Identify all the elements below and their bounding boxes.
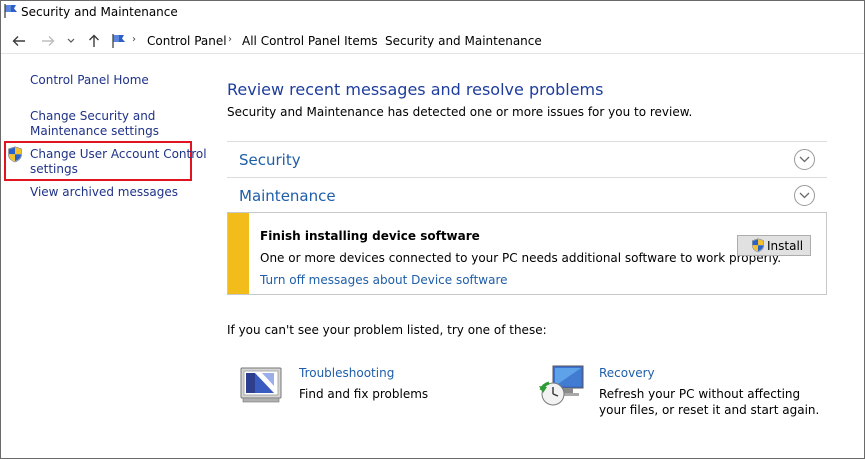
alert-title: Finish installing device software <box>260 229 480 243</box>
breadcrumb-separator-icon[interactable]: › <box>132 34 136 45</box>
troubleshooting-icon[interactable] <box>238 360 286 408</box>
view-archived-messages-link[interactable]: View archived messages <box>30 185 178 200</box>
section-maintenance[interactable]: Maintenance <box>227 177 827 213</box>
uac-shield-icon <box>8 146 22 163</box>
up-button[interactable] <box>84 31 104 51</box>
hint-text: If you can't see your problem listed, tr… <box>227 323 547 337</box>
arrow-up-icon <box>89 34 99 47</box>
link-line: Maintenance settings <box>30 124 159 138</box>
page-title: Review recent messages and resolve probl… <box>227 80 604 99</box>
link-line: Change User Account Control <box>30 147 207 161</box>
breadcrumb-separator-icon[interactable]: › <box>371 34 375 45</box>
alert-severity-bar <box>228 213 249 294</box>
back-button[interactable] <box>9 31 29 51</box>
recovery-description: Refresh your PC without affecting your f… <box>599 386 819 418</box>
change-security-settings-link[interactable]: Change Security and Maintenance settings <box>30 109 159 139</box>
change-uac-settings-link[interactable]: Change User Account Control settings <box>30 147 207 177</box>
page-subtitle: Security and Maintenance has detected on… <box>227 105 693 119</box>
arrow-right-icon <box>42 36 55 46</box>
breadcrumb-control-panel[interactable]: Control Panel <box>147 34 227 48</box>
breadcrumb-security-maintenance[interactable]: Security and Maintenance <box>385 34 542 48</box>
arrow-left-icon <box>12 36 25 46</box>
breadcrumb-all-items[interactable]: All Control Panel Items <box>242 34 378 48</box>
troubleshooting-link[interactable]: Troubleshooting <box>299 366 394 380</box>
install-label: Install <box>767 239 804 253</box>
install-button[interactable]: Install <box>737 235 811 256</box>
security-flag-icon <box>4 4 17 18</box>
maintenance-alert: Finish installing device software One or… <box>227 212 827 295</box>
section-title: Maintenance <box>239 187 336 205</box>
expand-button[interactable] <box>794 149 815 170</box>
control-panel-home-link[interactable]: Control Panel Home <box>30 73 149 88</box>
description-line: your files, or reset it and start again. <box>599 403 820 417</box>
link-line: settings <box>30 162 78 176</box>
chevron-down-icon <box>799 192 810 199</box>
breadcrumb-separator-icon[interactable]: › <box>228 34 232 45</box>
chevron-down-icon <box>67 38 75 43</box>
address-bar[interactable]: › Control Panel › All Control Panel Item… <box>107 31 864 53</box>
recovery-icon[interactable] <box>539 362 587 410</box>
link-line: Change Security and <box>30 109 156 123</box>
troubleshooting-description: Find and fix problems <box>299 387 429 401</box>
alert-body: One or more devices connected to your PC… <box>260 251 782 265</box>
turn-off-messages-link[interactable]: Turn off messages about Device software <box>260 273 508 287</box>
navigation-bar: › Control Panel › All Control Panel Item… <box>1 28 864 54</box>
security-flag-icon <box>112 34 125 48</box>
window-title: Security and Maintenance <box>21 5 178 19</box>
description-line: Refresh your PC without affecting <box>599 387 801 401</box>
title-bar: Security and Maintenance <box>1 1 864 26</box>
recent-locations-button[interactable] <box>65 31 77 51</box>
chevron-down-icon <box>799 156 810 163</box>
forward-button[interactable] <box>38 31 58 51</box>
section-title: Security <box>239 151 301 169</box>
uac-shield-icon <box>752 238 764 253</box>
window: Security and Maintenance › Control Panel… <box>0 0 865 459</box>
collapse-button[interactable] <box>794 185 815 206</box>
recovery-link[interactable]: Recovery <box>599 366 655 380</box>
section-security[interactable]: Security <box>227 141 827 177</box>
